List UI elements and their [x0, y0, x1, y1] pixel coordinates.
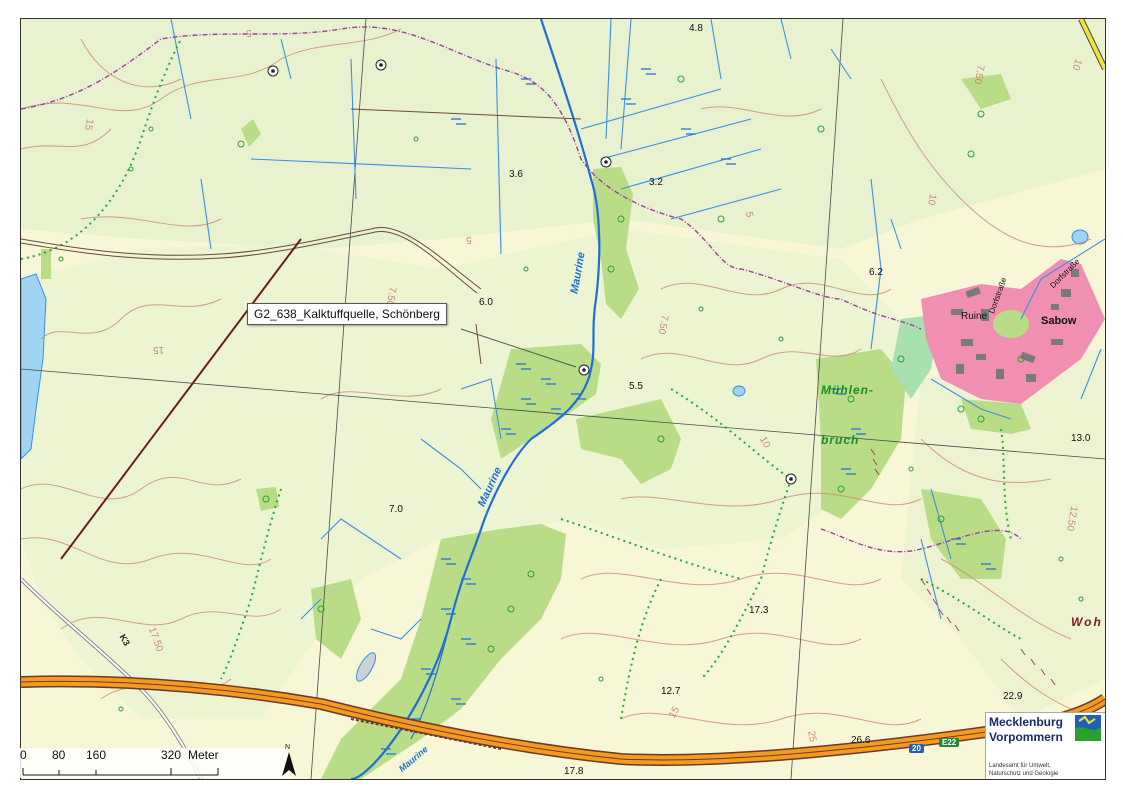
- contour-label: 5: [466, 234, 472, 245]
- logo-subtitle: Naturschutz und Geologie: [989, 771, 1059, 777]
- field-name-label: Woh: [1071, 615, 1103, 629]
- contour-label: 10: [925, 193, 938, 206]
- scale-bar: 0 80 160 320 Meter: [20, 748, 290, 778]
- elevation-label: 22.9: [1003, 691, 1023, 702]
- contour-label: 5: [246, 27, 252, 38]
- scale-tick-label: 0: [20, 748, 27, 762]
- elevation-label: 17.3: [749, 605, 769, 616]
- contour-label: 25: [805, 730, 818, 743]
- area-label: bruch: [821, 433, 860, 447]
- euro-route-shield: E22: [939, 738, 960, 747]
- scale-unit-label: Meter: [188, 748, 219, 762]
- logo-text-line1: Mecklenburg: [989, 715, 1064, 729]
- elevation-label: 5.5: [629, 381, 643, 392]
- logo-subtitle: Landesamt für Umwelt,: [989, 763, 1051, 769]
- elevation-label: 6.2: [869, 267, 883, 278]
- spring-marker: [578, 364, 590, 376]
- scale-ticks: [22, 768, 219, 776]
- map-canvas: [21, 19, 1105, 779]
- spring-callout: G2_638_Kalktuffquelle, Schönberg: [247, 303, 447, 325]
- motorway-shield: 20: [909, 744, 924, 753]
- logo-text-line2: Vorpommern: [989, 730, 1063, 744]
- scale-tick-label: 80: [52, 748, 66, 762]
- agency-logo: Mecklenburg Vorpommern Landesamt für Umw…: [985, 712, 1105, 779]
- elevation-label: 4.8: [689, 23, 703, 34]
- logo-emblem-icon: [1075, 715, 1101, 741]
- contour-label: 15: [153, 344, 165, 355]
- village-label: Sabow: [1041, 315, 1077, 327]
- scale-tick-label: 160: [86, 748, 107, 762]
- contour-label: 15: [82, 118, 95, 131]
- elevation-label: 26.6: [851, 735, 871, 746]
- elevation-label: 3.2: [649, 177, 663, 188]
- elevation-label: 7.0: [389, 504, 403, 515]
- elevation-label: 6.0: [479, 297, 493, 308]
- elevation-label: 3.6: [509, 169, 523, 180]
- map-view[interactable]: 4.8 3.6 3.2 6.2 6.0 5.5 13.0 7.0 17.3 12…: [20, 18, 1106, 780]
- north-arrow-icon: N: [281, 744, 297, 778]
- ruin-label: Ruine: [961, 311, 988, 322]
- area-label: Mühlen-: [821, 383, 874, 397]
- elevation-label: 12.7: [661, 686, 681, 697]
- scale-tick-label: 320: [161, 748, 182, 762]
- elevation-label: 13.0: [1071, 433, 1091, 444]
- elevation-label: 17.8: [564, 766, 584, 777]
